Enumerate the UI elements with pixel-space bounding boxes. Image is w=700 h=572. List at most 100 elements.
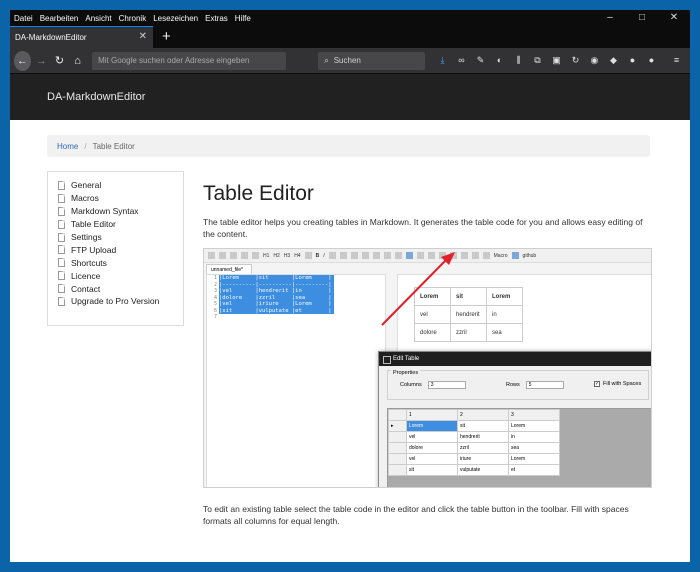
palette-icon[interactable]: ◐	[490, 55, 509, 66]
close-tab-icon[interactable]: ✕	[139, 31, 147, 42]
url-input[interactable]: Mit Google suchen oder Adresse eingeben	[92, 51, 287, 70]
tab-da-markdowneditor[interactable]: DA-MarkdownEditor ✕	[10, 26, 153, 48]
extension-icon-d[interactable]: ●	[623, 55, 642, 66]
sidebar-item-label: Contact	[71, 283, 101, 294]
search-icon: ⌕	[324, 55, 329, 65]
grid-table: 1 2 3 ▸ Lorem sit Lorem vel hendrerit in…	[388, 409, 560, 476]
sidebar-item-licence[interactable]: Licence	[58, 269, 183, 282]
menu-bearbeiten[interactable]: Bearbeiten	[40, 14, 79, 23]
strike-icon	[328, 252, 336, 259]
sidebar-item-contact[interactable]: Contact	[58, 282, 183, 295]
toolbar-github: github	[522, 252, 537, 259]
code-editor: 1 2 3 4 5 6 7 |Lorem |sit |Lorem | |----…	[206, 274, 386, 487]
menu-extras[interactable]: Extras	[205, 14, 228, 23]
url-placeholder: Mit Google suchen oder Adresse eingeben	[98, 56, 250, 65]
sync-icon[interactable]: ⧉	[528, 55, 547, 66]
extension-icon-c[interactable]: ◆	[604, 55, 623, 66]
toolbar-italic: I	[323, 252, 325, 259]
rows-field: Rows 5	[506, 381, 564, 389]
extension-icon-a[interactable]: ↻	[566, 55, 585, 66]
columns-label: Columns	[400, 382, 422, 388]
window-controls: – □ ✕	[594, 10, 690, 26]
table-row: dolore zzril sea	[388, 442, 560, 454]
menu-datei[interactable]: Datei	[14, 14, 33, 23]
sidebar-item-table-editor[interactable]: Table Editor	[58, 218, 183, 231]
menu-lesezeichen[interactable]: Lesezeichen	[153, 14, 198, 23]
extension-icon-e[interactable]: ●	[642, 55, 661, 66]
forward-arrow-icon[interactable]: →	[34, 52, 49, 70]
sidebar-item-label: Shortcuts	[71, 257, 107, 268]
sidebar-item-settings[interactable]: Settings	[58, 231, 183, 244]
table-row: vel hendrerit in	[414, 305, 523, 324]
table-row: dolore zzril sea	[414, 323, 523, 342]
sidebar-item-ftp-upload[interactable]: FTP Upload	[58, 243, 183, 256]
mask-icon[interactable]: ∞	[452, 55, 471, 66]
list-icon	[361, 252, 369, 259]
sidebar-item-markdown-syntax[interactable]: Markdown Syntax	[58, 205, 183, 218]
back-arrow-icon[interactable]: ←	[14, 50, 31, 71]
document-icon	[58, 284, 65, 294]
sidebar-item-upgrade[interactable]: Upgrade to Pro Version	[58, 295, 183, 308]
minimize-icon[interactable]: –	[594, 10, 626, 26]
sidebar: General Macros Markdown Syntax Table Edi…	[47, 171, 184, 326]
copy-icon	[471, 252, 479, 259]
table-row: vel iriure Lorem	[388, 453, 560, 465]
link-icon	[427, 252, 435, 259]
selected-table-code: |Lorem |sit |Lorem | |----------|-------…	[219, 275, 334, 314]
toolbar-h1: H1	[263, 252, 270, 259]
table-cell: dolore	[414, 323, 451, 342]
main-content: Table Editor The table editor helps you …	[203, 182, 653, 240]
search-placeholder: Suchen	[333, 56, 361, 65]
code-line: |vel |iriure |Lorem |	[219, 301, 334, 308]
browser-window: Datei Bearbeiten Ansicht Chronik Lesezei…	[10, 10, 690, 562]
dialog-title: Edit Table	[379, 352, 651, 366]
navigation-bar: ← → ↻ ⌂ Mit Google suchen oder Adresse e…	[10, 48, 690, 74]
maximize-icon[interactable]: □	[626, 10, 658, 26]
column-header: 1	[406, 409, 458, 421]
menu-ansicht[interactable]: Ansicht	[85, 14, 111, 23]
close-window-icon[interactable]: ✕	[658, 10, 690, 26]
table-cell: hendrerit	[450, 305, 487, 324]
picture-icon	[438, 252, 446, 259]
download-icon[interactable]: ⤓	[433, 55, 452, 66]
site-brand[interactable]: DA-MarkdownEditor	[47, 91, 145, 103]
table-cell: in	[486, 305, 523, 324]
table-row: ▸ Lorem sit Lorem	[388, 420, 560, 432]
properties-group: Properties Columns 3 Rows 5 ✓ Fill with …	[387, 370, 649, 400]
sidebar-item-general[interactable]: General	[58, 179, 183, 192]
upload-icon	[252, 252, 259, 259]
search-input[interactable]: ⌕ Suchen	[318, 51, 425, 70]
image-icon	[304, 252, 312, 259]
editor-toolbar: H1 H2 H3 H4 B I Macro github	[204, 249, 651, 263]
table-cell: vulputate	[457, 464, 509, 476]
document-icon	[58, 271, 65, 281]
menu-icon[interactable]: ≡	[667, 55, 686, 66]
reload-icon[interactable]: ↻	[52, 52, 67, 70]
quote-icon	[350, 252, 358, 259]
menu-chronik[interactable]: Chronik	[119, 14, 147, 23]
rows-stepper: 5	[525, 381, 564, 389]
wrench-icon[interactable]: ✎	[471, 55, 490, 66]
line-numbers: 1 2 3 4 5 6 7	[207, 275, 217, 321]
document-icon	[58, 296, 65, 306]
table-cell: vel	[414, 305, 451, 324]
new-tab-icon[interactable]: +	[162, 26, 171, 48]
row-header	[388, 442, 407, 454]
table-cell: in	[508, 431, 560, 443]
sidebar-item-macros[interactable]: Macros	[58, 192, 183, 205]
clock-icon	[449, 252, 457, 259]
breadcrumb-home-link[interactable]: Home	[57, 142, 78, 151]
table-row: 1 2 3	[388, 409, 560, 421]
code-line: |sit |vulputate |et |	[219, 307, 334, 314]
table-grid: 1 2 3 ▸ Lorem sit Lorem vel hendrerit in…	[387, 408, 651, 487]
sidebar-icon[interactable]: ▣	[547, 55, 566, 66]
sidebar-item-shortcuts[interactable]: Shortcuts	[58, 256, 183, 269]
sidebar-item-label: Upgrade to Pro Version	[71, 296, 160, 307]
extension-icon-b[interactable]: ◉	[585, 55, 604, 66]
home-icon[interactable]: ⌂	[70, 52, 85, 70]
library-icon[interactable]: ⫼	[509, 55, 528, 66]
row-header	[388, 453, 407, 465]
rows-label: Rows	[506, 382, 520, 388]
column-header: 3	[508, 409, 560, 421]
menu-hilfe[interactable]: Hilfe	[235, 14, 251, 23]
